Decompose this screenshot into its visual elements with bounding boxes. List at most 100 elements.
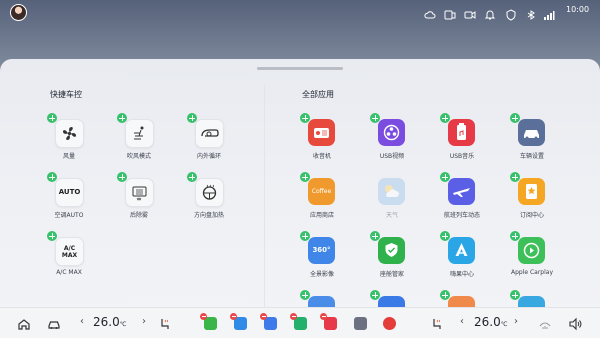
seat-heat-right-icon[interactable] bbox=[430, 316, 444, 330]
control-label: 吹风模式 bbox=[126, 153, 151, 160]
app-weather[interactable]: 天气 bbox=[362, 175, 422, 231]
control-label: 风量 bbox=[62, 153, 75, 160]
cellular-signal-icon bbox=[543, 6, 555, 20]
video-icon[interactable] bbox=[464, 6, 476, 19]
app-icon bbox=[518, 296, 545, 307]
all-apps-title: 全部应用 bbox=[302, 90, 334, 99]
app-partial-4[interactable] bbox=[502, 290, 562, 307]
temp-down-left[interactable]: ‹ bbox=[80, 316, 84, 327]
auto-text-icon: AUTO bbox=[55, 178, 84, 207]
avatar[interactable] bbox=[10, 4, 27, 21]
app-label: USB视频 bbox=[379, 153, 405, 160]
radio-icon bbox=[308, 119, 335, 146]
carplay-icon bbox=[518, 237, 545, 264]
quick-controls-title: 快捷车控 bbox=[50, 90, 82, 99]
bottom-dock: ‹ 26.0℃ › ‹ 26.0℃ › bbox=[0, 307, 600, 338]
app-label: 收音机 bbox=[312, 153, 331, 160]
control-steering-heat[interactable]: 方向盘加热 bbox=[179, 172, 239, 231]
divider bbox=[264, 85, 265, 307]
control-airflow-mode[interactable]: 吹风模式 bbox=[109, 113, 169, 172]
app-cabin-guard[interactable]: 座舱管家 bbox=[362, 231, 422, 290]
app-center-icon bbox=[448, 237, 475, 264]
remove-icon[interactable] bbox=[260, 313, 267, 320]
app-carplay[interactable]: Apple Carplay bbox=[502, 231, 562, 290]
control-ac-auto[interactable]: AUTO 空调AUTO bbox=[39, 172, 99, 231]
defrost-icon[interactable] bbox=[538, 316, 552, 330]
right-temperature: 26.0℃ bbox=[474, 315, 508, 329]
app-app-store[interactable]: Coffee 应用商店 bbox=[292, 172, 352, 231]
cabin-guard-icon bbox=[378, 237, 405, 264]
cloud-icon[interactable] bbox=[424, 6, 436, 19]
control-rear-defrost[interactable]: 后除雾 bbox=[109, 172, 169, 231]
app-store-icon: Coffee bbox=[308, 178, 335, 205]
ac-max-icon: A/C MAX bbox=[55, 237, 84, 266]
app-radio[interactable]: 收音机 bbox=[292, 113, 352, 172]
temp-up-right[interactable]: › bbox=[514, 316, 518, 327]
fan-icon bbox=[55, 119, 84, 148]
app-label: 车辆设置 bbox=[519, 153, 544, 160]
car-settings-icon bbox=[518, 119, 545, 146]
control-label: A/C MAX bbox=[56, 269, 82, 276]
phone-app-icon[interactable] bbox=[200, 313, 217, 330]
subscription-icon bbox=[518, 178, 545, 205]
remove-icon[interactable] bbox=[320, 313, 327, 320]
app-label: 全景影像 bbox=[309, 271, 334, 278]
app-panorama[interactable]: 360° 全景影像 bbox=[292, 231, 352, 290]
bolt-app-icon[interactable] bbox=[290, 313, 307, 330]
usb-music-icon bbox=[448, 119, 475, 146]
remove-icon[interactable] bbox=[200, 313, 207, 320]
app-car-settings[interactable]: 车辆设置 bbox=[502, 113, 562, 172]
netease-app-icon[interactable] bbox=[383, 317, 396, 330]
music-app-icon[interactable] bbox=[320, 313, 337, 330]
home-icon[interactable] bbox=[17, 316, 31, 330]
panorama-icon: 360° bbox=[308, 237, 335, 264]
app-partial-3[interactable] bbox=[432, 290, 492, 307]
recirculation-icon bbox=[195, 119, 224, 148]
temp-up-left[interactable]: › bbox=[142, 316, 146, 327]
control-label: 内外循环 bbox=[196, 153, 221, 160]
weather-icon bbox=[378, 178, 405, 205]
app-partial-2[interactable] bbox=[362, 290, 422, 307]
app-label: 应用商店 bbox=[309, 212, 334, 219]
app-partial-1[interactable] bbox=[292, 290, 352, 307]
control-label: 方向盘加热 bbox=[193, 212, 224, 219]
control-label: 空调AUTO bbox=[54, 212, 84, 219]
app-label: 航班列车动态 bbox=[443, 212, 480, 219]
rear-defrost-icon bbox=[125, 178, 154, 207]
app-icon bbox=[448, 296, 475, 307]
navigation-app-icon[interactable] bbox=[230, 313, 247, 330]
airflow-mode-icon bbox=[125, 119, 154, 148]
app-usb-video[interactable]: USB视频 bbox=[362, 113, 422, 172]
app-subscription[interactable]: 订阅中心 bbox=[502, 172, 562, 231]
grid-app-icon[interactable] bbox=[354, 317, 367, 330]
bell-icon[interactable] bbox=[484, 6, 496, 20]
temp-down-right[interactable]: ‹ bbox=[460, 316, 464, 327]
app-icon bbox=[378, 296, 405, 307]
app-flight[interactable]: 航班列车动态 bbox=[432, 172, 492, 231]
app-label: 嗨果中心 bbox=[449, 271, 474, 278]
remove-icon[interactable] bbox=[290, 313, 297, 320]
app-app-center[interactable]: 嗨果中心 bbox=[432, 231, 492, 290]
app-icon bbox=[308, 296, 335, 307]
app-label: Apple Carplay bbox=[510, 269, 554, 276]
app-label: USB音乐 bbox=[449, 153, 475, 160]
car-icon[interactable] bbox=[47, 316, 61, 330]
drag-handle[interactable] bbox=[257, 67, 343, 70]
control-ac-max[interactable]: A/C MAX A/C MAX bbox=[39, 231, 99, 290]
app-usb-music[interactable]: USB音乐 bbox=[432, 113, 492, 172]
status-bar: 10:00 bbox=[0, 0, 600, 24]
volume-icon[interactable] bbox=[568, 316, 582, 331]
control-fan[interactable]: 风量 bbox=[39, 113, 99, 172]
control-recirculation[interactable]: 内外循环 bbox=[179, 113, 239, 172]
app-drawer-panel: 快捷车控 全部应用 风量 吹风模式 内外循环 AUTO 空调AUTO 后除雾 方… bbox=[0, 59, 600, 307]
seat-heat-left-icon[interactable] bbox=[158, 316, 172, 330]
clock: 10:00 bbox=[566, 5, 590, 14]
left-temperature: 26.0℃ bbox=[93, 315, 127, 329]
shield-icon[interactable] bbox=[505, 6, 517, 21]
bluetooth-icon[interactable] bbox=[525, 6, 537, 20]
cloud-app-icon[interactable] bbox=[260, 313, 277, 330]
app-label: 座舱管家 bbox=[379, 271, 404, 278]
remove-icon[interactable] bbox=[230, 313, 237, 320]
app-label: 订阅中心 bbox=[519, 212, 544, 219]
phone-screen-icon[interactable] bbox=[444, 6, 456, 20]
